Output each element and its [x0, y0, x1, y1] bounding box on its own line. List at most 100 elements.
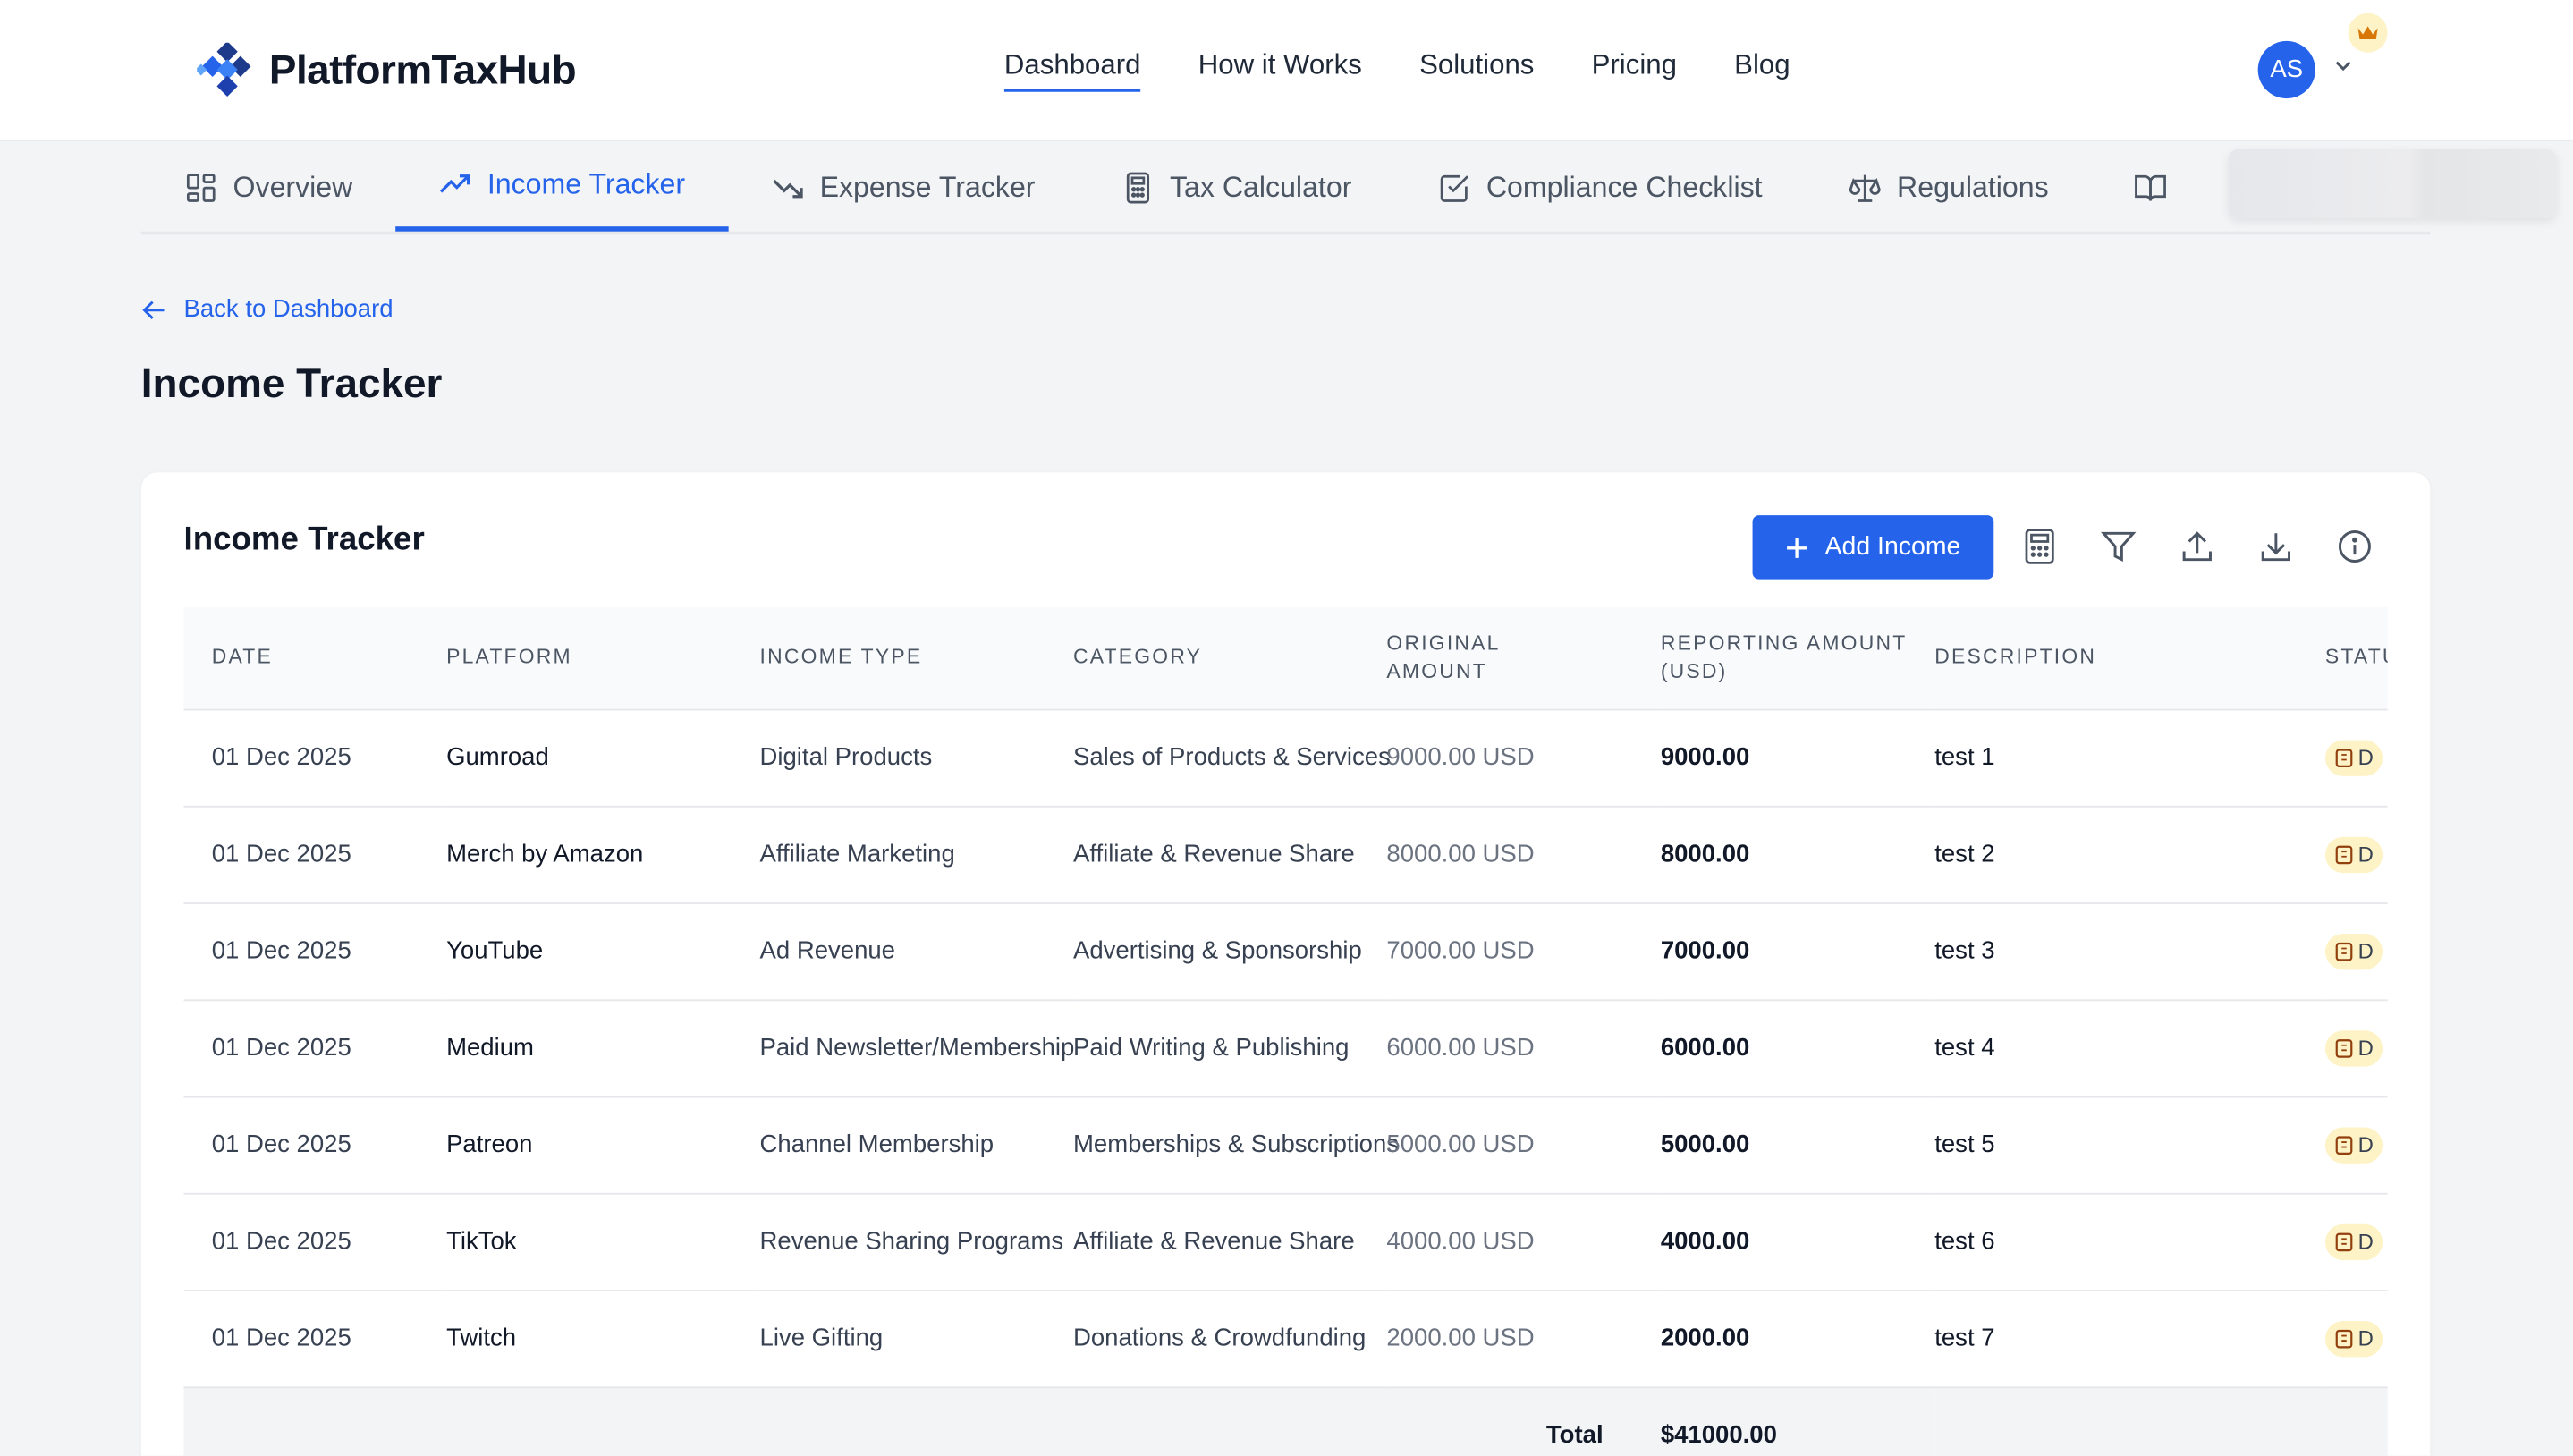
status-badge[interactable]: D [2324, 1320, 2383, 1357]
col-reporting-amount[interactable]: Reporting Amount (USD) [1661, 607, 1934, 709]
cell-status: D [2324, 804, 2388, 903]
tab-expense-tracker[interactable]: Expense Tracker [728, 143, 1078, 232]
cell-description: test 4 [1934, 998, 2325, 1096]
tab-income-tracker[interactable]: Income Tracker [395, 143, 728, 232]
status-badge[interactable]: D [2324, 933, 2383, 969]
cell-category: Donations & Crowdfunding [1072, 1289, 1387, 1387]
table-row[interactable]: 01 Dec 2025 TikTok Revenue Sharing Program… [183, 1191, 2388, 1291]
cell-category: Advertising & Sponsorship [1072, 902, 1387, 1000]
status-badge[interactable]: D [2324, 1126, 2383, 1163]
cell-platform: TikTok [446, 1191, 760, 1291]
tab-regulations[interactable]: Regulations [1805, 143, 2091, 232]
add-income-button[interactable]: Add Income [1752, 515, 1994, 580]
status-badge[interactable]: D [2324, 1029, 2383, 1066]
total-label: Total [183, 1385, 1661, 1456]
cell-platform: Twitch [446, 1289, 760, 1387]
table-row[interactable]: 01 Dec 2025 Patreon Channel Membership Memb… [183, 1095, 2388, 1193]
info-icon[interactable] [2335, 527, 2374, 566]
back-label: Back to Dashboard [183, 295, 394, 324]
document-icon [2335, 1135, 2353, 1155]
total-empty [1934, 1385, 2325, 1456]
nav-blog[interactable]: Blog [1734, 49, 1790, 92]
table-row[interactable]: 01 Dec 2025 Gumroad Digital Products Sales … [183, 707, 2388, 806]
col-platform[interactable]: Platform [446, 607, 759, 709]
cell-category: Sales of Products & Services [1072, 707, 1391, 806]
upload-icon[interactable] [2178, 527, 2217, 566]
status-label: D [2357, 842, 2374, 867]
cell-date: 01 Dec 2025 [183, 707, 447, 806]
status-label: D [2357, 744, 2374, 770]
cell-income-type: Live Gifting [759, 1289, 1073, 1387]
cell-date: 01 Dec 2025 [183, 1191, 447, 1291]
status-label: D [2357, 938, 2374, 964]
cell-description: test 5 [1934, 1095, 2325, 1193]
document-icon [2335, 1038, 2353, 1057]
tab-tax-calculator[interactable]: Tax Calculator [1078, 143, 1394, 232]
page: PlatformTaxHub Dashboard How it Works So… [0, 0, 2573, 1456]
main-nav: Dashboard How it Works Solutions Pricing… [1003, 49, 1790, 92]
section-tabs: Overview Income Tracker Expense Tracker … [140, 143, 2431, 235]
tab-overview[interactable]: Overview [141, 143, 395, 232]
cell-reporting-amount: 4000.00 [1660, 1191, 1935, 1291]
table-row[interactable]: 01 Dec 2025 Twitch Live Gifting Donations &… [183, 1289, 2388, 1387]
tab-label: Income Tracker [487, 167, 686, 200]
chevron-down-icon[interactable] [2332, 55, 2355, 78]
status-label: D [2357, 1229, 2374, 1254]
income-tracker-card: Income Tracker Add Income DATE PLATFORM … [140, 472, 2431, 1456]
arrow-left-icon [142, 300, 165, 319]
cell-category: Affiliate & Revenue Share [1072, 1191, 1387, 1291]
calculator-icon[interactable] [2020, 527, 2060, 566]
back-to-dashboard-link[interactable]: Back to Dashboard [141, 295, 394, 323]
col-status[interactable]: Statu [2325, 607, 2388, 709]
nav-pricing[interactable]: Pricing [1592, 49, 1677, 92]
top-navbar: PlatformTaxHub Dashboard How it Works So… [0, 0, 2573, 141]
download-icon[interactable] [2256, 527, 2296, 566]
nav-dashboard[interactable]: Dashboard [1003, 49, 1141, 92]
tab-label: Tax Calculator [1169, 169, 1352, 203]
cell-status: D [2324, 1095, 2388, 1193]
cell-income-type: Channel Membership [759, 1095, 1073, 1193]
cell-platform: Medium [446, 998, 760, 1096]
col-original-amount[interactable]: Original Amount [1386, 607, 1660, 709]
cell-date: 01 Dec 2025 [183, 902, 447, 1000]
user-avatar[interactable]: AS [2257, 40, 2315, 99]
cell-date: 01 Dec 2025 [183, 1289, 447, 1387]
status-badge[interactable]: D [2324, 835, 2383, 873]
table-row[interactable]: 01 Dec 2025 Merch by Amazon Affiliate Mark… [183, 804, 2388, 903]
cell-description: test 2 [1934, 804, 2325, 903]
tab-compliance-checklist[interactable]: Compliance Checklist [1394, 143, 1805, 232]
cell-income-type: Revenue Sharing Programs [759, 1191, 1073, 1291]
cell-original-amount: 9000.00 USD [1386, 707, 1661, 806]
brand-logo[interactable]: PlatformTaxHub [197, 42, 577, 98]
logo-icon [197, 42, 251, 97]
add-income-label: Add Income [1824, 532, 1961, 561]
filter-icon[interactable] [2099, 527, 2138, 566]
nav-solutions[interactable]: Solutions [1419, 49, 1534, 92]
cell-original-amount: 6000.00 USD [1386, 998, 1661, 1096]
tab-label: Regulations [1897, 169, 2049, 203]
col-income-type[interactable]: Income Type [760, 607, 1073, 709]
col-category[interactable]: Category [1073, 607, 1386, 709]
nav-how-it-works[interactable]: How it Works [1198, 49, 1362, 92]
cell-reporting-amount: 5000.00 [1660, 1095, 1935, 1193]
table-row[interactable]: 01 Dec 2025 Medium Paid Newsletter/Members… [183, 998, 2388, 1096]
cell-category: Affiliate & Revenue Share [1072, 804, 1387, 903]
trending-down-icon [772, 179, 802, 198]
cell-reporting-amount: 8000.00 [1660, 804, 1935, 903]
cell-reporting-amount: 6000.00 [1660, 998, 1935, 1096]
table-row[interactable]: 01 Dec 2025 YouTube Ad Revenue Advertising … [183, 902, 2388, 1000]
cell-status: D [2324, 902, 2388, 1000]
status-badge[interactable]: D [2324, 1223, 2383, 1260]
cell-status: D [2324, 1289, 2388, 1387]
loading-skeleton [2228, 148, 2557, 219]
cell-platform: Patreon [446, 1095, 760, 1193]
total-value: $41000.00 [1660, 1385, 1935, 1456]
status-badge[interactable]: D [2324, 739, 2383, 775]
cell-status: D [2324, 998, 2388, 1096]
book-icon [2135, 174, 2167, 200]
col-description[interactable]: Description [1934, 607, 2325, 709]
cell-original-amount: 8000.00 USD [1386, 804, 1661, 903]
scale-icon [1849, 174, 1881, 201]
col-date[interactable]: Date [183, 607, 446, 709]
tab-guides[interactable] [2091, 143, 2211, 232]
